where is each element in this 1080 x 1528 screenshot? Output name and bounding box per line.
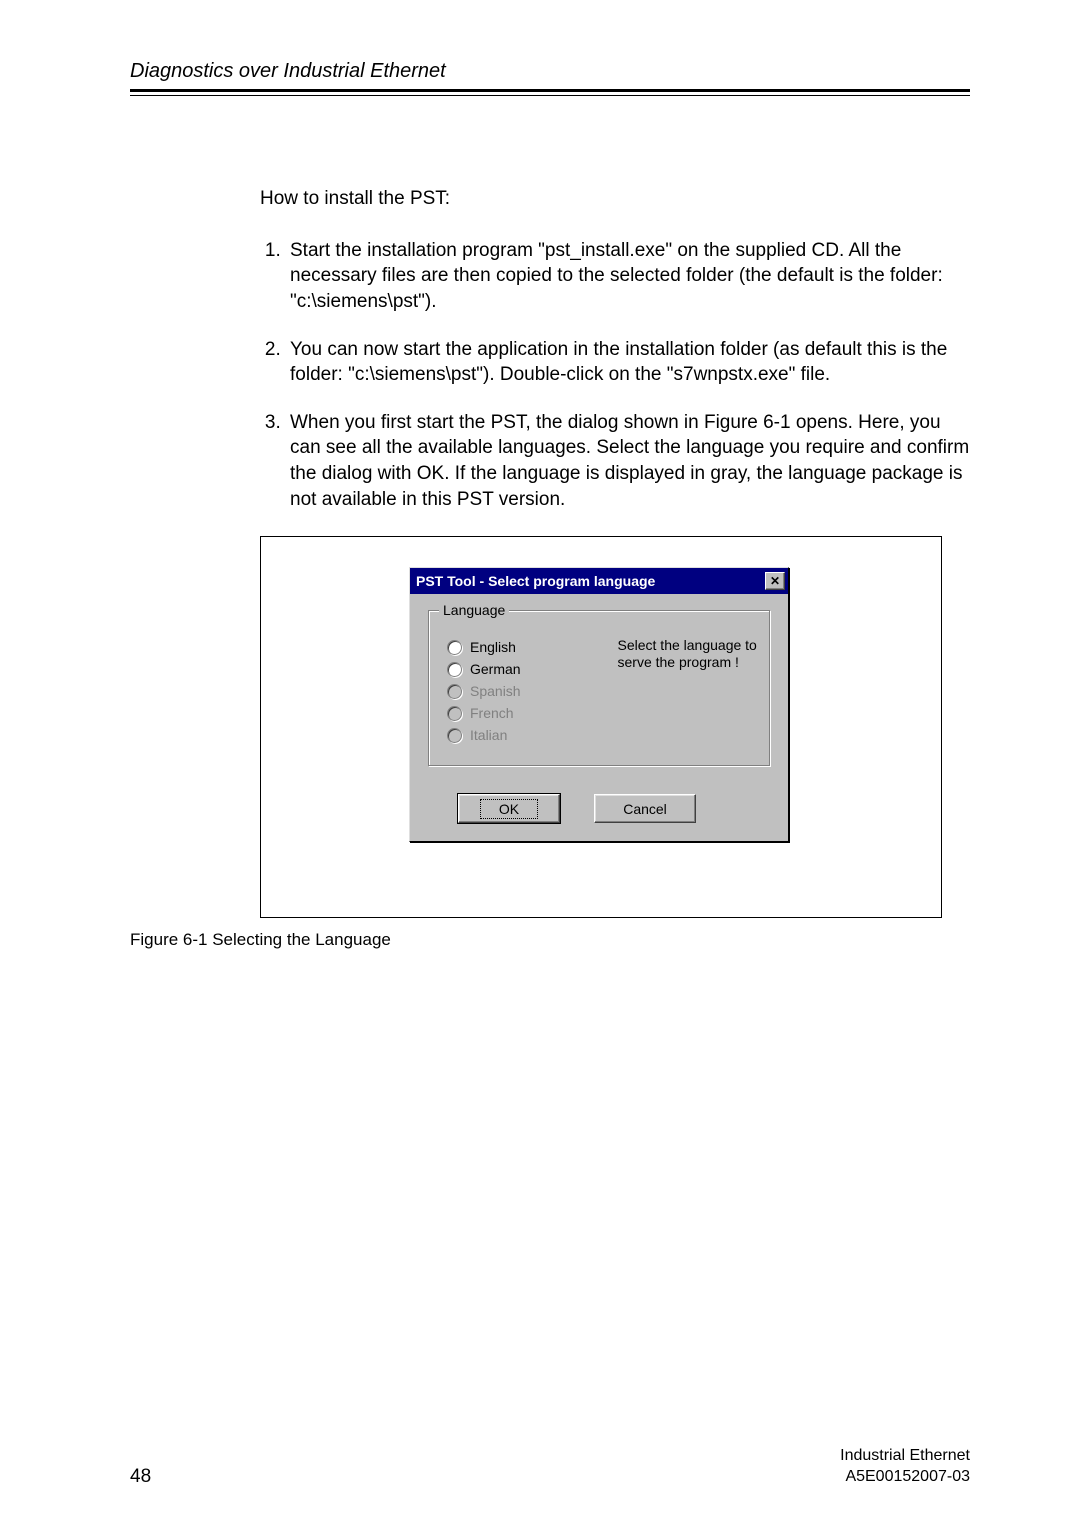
radio-icon xyxy=(447,640,462,655)
step-item: Start the installation program "pst_inst… xyxy=(286,238,970,315)
cancel-button-label: Cancel xyxy=(623,801,667,817)
radio-spanish: Spanish xyxy=(447,683,618,699)
footer-line2: A5E00152007-03 xyxy=(840,1467,970,1488)
radio-french: French xyxy=(447,705,618,721)
page-number: 48 xyxy=(130,1466,151,1488)
groupbox-legend: Language xyxy=(439,602,509,618)
footer-line1: Industrial Ethernet xyxy=(840,1446,970,1467)
radio-label: French xyxy=(470,705,514,721)
radio-icon xyxy=(447,684,462,699)
dialog-titlebar: PST Tool - Select program language ✕ xyxy=(410,568,788,594)
install-steps: Start the installation program "pst_inst… xyxy=(260,238,970,513)
language-groupbox: Language English German Spanish xyxy=(428,610,770,766)
page-header: Diagnostics over Industrial Ethernet xyxy=(130,60,970,83)
radio-icon xyxy=(447,728,462,743)
close-icon: ✕ xyxy=(770,575,780,587)
language-hint: Select the language to serve the program… xyxy=(618,623,758,749)
radio-italian: Italian xyxy=(447,727,618,743)
radio-icon xyxy=(447,706,462,721)
figure-frame: PST Tool - Select program language ✕ Lan… xyxy=(260,536,942,918)
cancel-button[interactable]: Cancel xyxy=(594,794,696,823)
step-item: You can now start the application in the… xyxy=(286,337,970,388)
intro-text: How to install the PST: xyxy=(260,186,970,212)
ok-button-label: OK xyxy=(480,799,538,819)
radio-label: Spanish xyxy=(470,683,521,699)
close-button[interactable]: ✕ xyxy=(765,572,785,590)
figure-caption: Figure 6-1 Selecting the Language xyxy=(130,930,970,950)
page-footer: 48 Industrial Ethernet A5E00152007-03 xyxy=(130,1446,970,1488)
radio-icon xyxy=(447,662,462,677)
radio-german[interactable]: German xyxy=(447,661,618,677)
header-rule xyxy=(130,89,970,96)
radio-label: Italian xyxy=(470,727,507,743)
step-item: When you first start the PST, the dialog… xyxy=(286,410,970,513)
language-dialog: PST Tool - Select program language ✕ Lan… xyxy=(409,567,789,842)
ok-button[interactable]: OK xyxy=(458,794,560,823)
radio-label: German xyxy=(470,661,521,677)
radio-label: English xyxy=(470,639,516,655)
radio-english[interactable]: English xyxy=(447,639,618,655)
dialog-title: PST Tool - Select program language xyxy=(416,573,655,589)
